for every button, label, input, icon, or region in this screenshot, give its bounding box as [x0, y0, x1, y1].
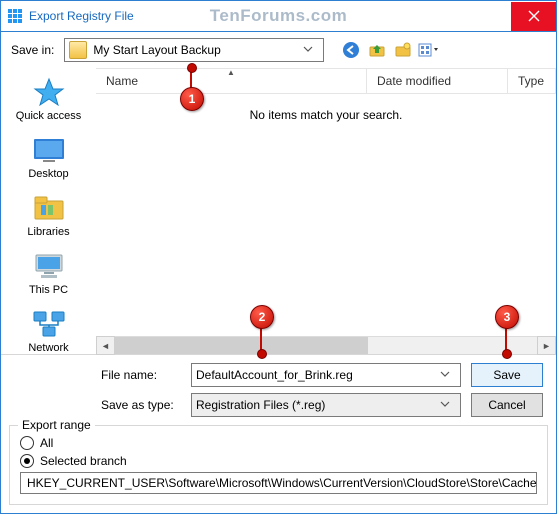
place-libraries[interactable]: Libraries — [9, 192, 89, 238]
close-button[interactable] — [511, 2, 556, 31]
place-label: This PC — [29, 284, 68, 296]
annotation-marker-3: 3 — [495, 305, 519, 329]
empty-list-message: No items match your search. — [96, 108, 556, 122]
chevron-down-icon — [440, 368, 456, 382]
save-as-type-label: Save as type: — [101, 398, 181, 412]
horizontal-scrollbar[interactable]: ◄ ► — [96, 336, 556, 354]
watermark-text: TenForums.com — [210, 6, 347, 26]
place-label: Network — [28, 342, 68, 354]
radio-label: All — [40, 436, 53, 450]
place-label: Desktop — [28, 168, 68, 180]
back-button[interactable] — [340, 39, 362, 61]
places-bar: Quick access Desktop Libraries This PC — [1, 68, 96, 354]
annotation-marker-1: 1 — [180, 87, 204, 111]
libraries-icon — [31, 192, 67, 224]
annotation-dot-2 — [257, 349, 267, 359]
chevron-down-icon — [440, 398, 456, 412]
column-name[interactable]: Name ▲ — [96, 69, 367, 93]
annotation-marker-2: 2 — [250, 305, 274, 329]
file-list-area: Name ▲ Date modified Type No items match… — [96, 68, 556, 354]
save-button[interactable]: Save — [471, 363, 543, 387]
window-title: Export Registry File — [29, 9, 134, 23]
file-list[interactable]: No items match your search. — [96, 94, 556, 336]
new-folder-button[interactable] — [392, 39, 414, 61]
radio-checked-icon — [20, 454, 34, 468]
quick-access-icon — [31, 76, 67, 108]
regedit-app-icon — [7, 8, 23, 24]
place-quick-access[interactable]: Quick access — [9, 76, 89, 122]
this-pc-icon — [31, 250, 67, 282]
scrollbar-thumb[interactable] — [115, 337, 368, 354]
radio-label: Selected branch — [40, 454, 127, 468]
place-desktop[interactable]: Desktop — [9, 134, 89, 180]
place-this-pc[interactable]: This PC — [9, 250, 89, 296]
export-registry-dialog: Export Registry File TenForums.com Save … — [0, 0, 557, 514]
column-type[interactable]: Type — [508, 69, 556, 93]
scroll-right-button[interactable]: ► — [537, 336, 556, 355]
place-network[interactable]: Network — [9, 308, 89, 354]
annotation-line-3 — [505, 326, 507, 350]
save-in-label: Save in: — [11, 43, 54, 57]
export-range-legend: Export range — [18, 418, 95, 432]
scroll-left-button[interactable]: ◄ — [96, 336, 115, 355]
save-fields: File name: DefaultAccount_for_Brink.reg … — [1, 355, 556, 423]
save-as-type-value: Registration Files (*.reg) — [196, 398, 325, 412]
desktop-icon — [31, 134, 67, 166]
file-name-input[interactable]: DefaultAccount_for_Brink.reg — [191, 363, 461, 387]
folder-icon — [69, 41, 87, 59]
save-as-type-combo[interactable]: Registration Files (*.reg) — [191, 393, 461, 417]
scrollbar-track[interactable] — [115, 337, 537, 354]
column-headers: Name ▲ Date modified Type — [96, 68, 556, 94]
column-date-modified[interactable]: Date modified — [367, 69, 508, 93]
annotation-line-2 — [260, 326, 262, 350]
save-in-value: My Start Layout Backup — [93, 43, 220, 57]
up-one-level-button[interactable] — [366, 39, 388, 61]
sort-ascending-icon: ▲ — [227, 68, 235, 77]
dialog-body: Quick access Desktop Libraries This PC — [1, 68, 556, 355]
export-range-all-radio[interactable]: All — [20, 436, 537, 450]
place-label: Libraries — [27, 226, 69, 238]
file-name-label: File name: — [101, 368, 181, 382]
radio-icon — [20, 436, 34, 450]
network-icon — [31, 308, 67, 340]
selected-branch-input[interactable]: HKEY_CURRENT_USER\Software\Microsoft\Win… — [20, 472, 537, 494]
selected-branch-value: HKEY_CURRENT_USER\Software\Microsoft\Win… — [27, 476, 537, 490]
file-name-value: DefaultAccount_for_Brink.reg — [196, 368, 353, 382]
place-label: Quick access — [16, 110, 81, 122]
export-range-group: Export range All Selected branch HKEY_CU… — [9, 425, 548, 505]
toolbar: Save in: My Start Layout Backup — [1, 32, 556, 68]
chevron-down-icon — [303, 43, 319, 57]
views-button[interactable] — [418, 39, 440, 61]
annotation-dot-1 — [187, 63, 197, 73]
titlebar: Export Registry File TenForums.com — [1, 1, 556, 32]
export-range-selected-branch-radio[interactable]: Selected branch — [20, 454, 537, 468]
save-in-combo[interactable]: My Start Layout Backup — [64, 38, 324, 62]
annotation-dot-3 — [502, 349, 512, 359]
cancel-button[interactable]: Cancel — [471, 393, 543, 417]
